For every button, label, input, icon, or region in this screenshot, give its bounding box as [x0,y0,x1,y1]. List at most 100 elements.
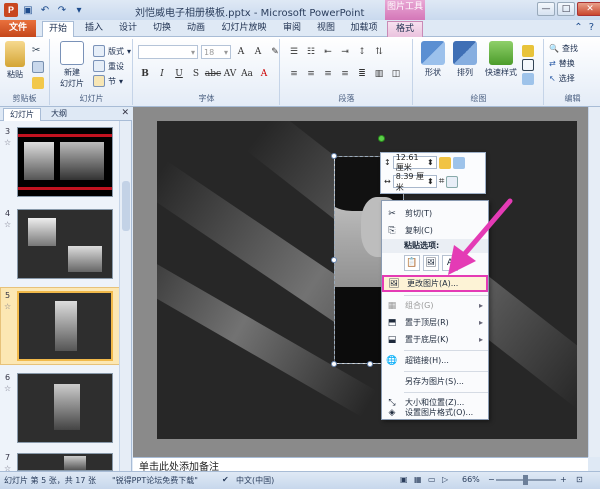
tab-file[interactable]: 文件 [0,20,36,37]
copy-button[interactable] [32,61,44,73]
font-name-combo[interactable]: ▾ [138,45,198,59]
resize-handle[interactable] [331,361,337,367]
tab-outline[interactable]: 大纲 [44,108,74,121]
shape-effects-icon[interactable] [522,73,534,85]
strikethrough-button[interactable]: abc [205,67,221,80]
text-direction-button[interactable]: ⇅ [372,45,386,58]
tab-addins[interactable]: 加载项 [346,21,382,37]
tab-view[interactable]: 视图 [312,21,340,37]
spelling-icon[interactable]: ✔ [222,475,229,484]
reading-view-icon[interactable]: ▭ [428,475,436,484]
line-spacing-button[interactable]: ↕ [355,45,369,58]
paste-button[interactable]: 粘贴 [2,41,28,80]
tab-slides[interactable]: 幻灯片 [3,108,41,121]
quick-styles-button[interactable]: 快速样式 [482,41,520,78]
crop-icon[interactable] [452,156,465,169]
italic-button[interactable]: I [155,67,169,80]
clear-format-button[interactable]: ✎ [268,46,282,59]
tab-slideshow[interactable]: 幻灯片放映 [216,21,272,37]
zoom-knob[interactable] [523,475,528,485]
language[interactable]: 中文(中国) [236,475,274,486]
slides-scrollbar[interactable] [119,121,131,471]
tab-home[interactable]: 开始 [42,21,74,38]
crop-tool-icon[interactable]: ⌗ [439,176,445,187]
width-input[interactable]: 8.39 厘米 ⬍ [392,172,437,192]
menu-item-group[interactable]: ▦ 组合(G) ▸ [382,297,488,314]
maximize-button[interactable]: □ [557,2,575,16]
align-left-button[interactable]: ≡ [287,67,301,80]
help-icon[interactable]: ? [589,22,594,33]
new-slide-button[interactable]: 新建 幻灯片 [55,41,89,89]
smartart-button[interactable]: ◫ [389,67,403,80]
increase-indent-button[interactable]: ⇥ [338,45,352,58]
ribbon-minimize-icon[interactable]: ⌃ [574,22,582,33]
align-center-button[interactable]: ≡ [304,67,318,80]
customize-qat-icon[interactable]: ▾ [72,3,86,17]
cut-button[interactable]: ✂ [32,45,44,57]
tab-format[interactable]: 格式 [387,21,423,37]
grow-font-button[interactable]: A [234,46,248,59]
normal-view-icon[interactable]: ▣ [400,475,408,484]
font-size-combo[interactable]: 18 ▾ [201,45,231,59]
shape-fill-icon[interactable] [522,45,534,57]
distribute-button[interactable]: ≣ [355,67,369,80]
close-button[interactable]: ✕ [577,2,600,16]
tab-transitions[interactable]: 切换 [148,21,176,37]
redo-icon[interactable]: ↷ [55,3,69,17]
replace-button[interactable]: ⇄ 替换 [549,58,575,69]
arrange-icon[interactable] [438,156,451,169]
scroll-thumb[interactable] [122,181,130,231]
tab-design[interactable]: 设计 [114,21,142,37]
minimize-button[interactable]: — [537,2,555,16]
menu-item-save-as-picture[interactable]: 另存为图片(S)... [382,373,488,390]
justify-button[interactable]: ≡ [338,67,352,80]
pane-close-icon[interactable]: ✕ [121,108,129,118]
canvas-scrollbar[interactable] [588,107,600,457]
underline-button[interactable]: U [172,67,186,80]
decrease-indent-button[interactable]: ⇤ [321,45,335,58]
slide-sorter-icon[interactable]: ▦ [414,475,422,484]
powerpoint-logo-icon[interactable]: P [4,3,18,17]
resize-handle[interactable] [331,153,337,159]
find-button[interactable]: 🔍 查找 [549,43,578,54]
zoom-slider[interactable] [496,475,556,485]
menu-item-hyperlink[interactable]: 🌐 超链接(H)... [382,352,488,369]
format-painter-button[interactable] [32,77,44,89]
resize-handle[interactable] [331,257,337,263]
paste-picture-icon[interactable]: 🖼 [423,254,439,271]
zoom-in-icon[interactable]: + [560,475,567,484]
rotation-handle[interactable] [378,135,385,142]
fit-to-window-icon[interactable]: ⊡ [576,475,583,484]
bullets-button[interactable]: ☰ [287,45,301,58]
numbering-button[interactable]: ☷ [304,45,318,58]
zoom-level[interactable]: 66% [462,475,480,484]
tab-insert[interactable]: 插入 [80,21,108,37]
zoom-out-icon[interactable]: − [488,475,495,484]
shrink-font-button[interactable]: A [251,46,265,59]
font-color-button[interactable]: A [257,67,271,80]
notes-pane[interactable]: 单击此处添加备注 [133,457,588,473]
section-button[interactable]: 节 ▾ [93,75,123,87]
bold-button[interactable]: B [138,67,152,80]
select-button[interactable]: ↖ 选择 [549,73,575,84]
menu-item-format-picture[interactable]: ◈ 设置图片格式(O)... [382,404,488,421]
slideshow-view-icon[interactable]: ▷ [442,475,448,484]
char-spacing-button[interactable]: AV [223,67,237,80]
undo-icon[interactable]: ↶ [38,3,52,17]
reset-button[interactable]: 重设 [93,60,124,72]
columns-button[interactable]: ▥ [372,67,386,80]
align-right-button[interactable]: ≡ [321,67,335,80]
save-icon[interactable]: ▣ [21,3,35,17]
tab-review[interactable]: 审阅 [278,21,306,37]
resize-handle[interactable] [367,361,373,367]
shape-button[interactable]: 形状 [418,41,448,78]
picture-style-icon[interactable] [446,175,459,188]
menu-item-send-back[interactable]: ⬓ 置于底层(K) ▸ [382,331,488,348]
shape-outline-icon[interactable] [522,59,534,71]
paste-keep-source-icon[interactable]: 📋 [404,254,420,271]
layout-button[interactable]: 版式 ▾ [93,45,131,57]
change-case-button[interactable]: Aa [240,67,254,80]
menu-item-bring-front[interactable]: ⬒ 置于顶层(R) ▸ [382,314,488,331]
height-input[interactable]: 12.61 厘米 ⬍ [392,153,437,172]
shadow-button[interactable]: S [189,67,203,80]
